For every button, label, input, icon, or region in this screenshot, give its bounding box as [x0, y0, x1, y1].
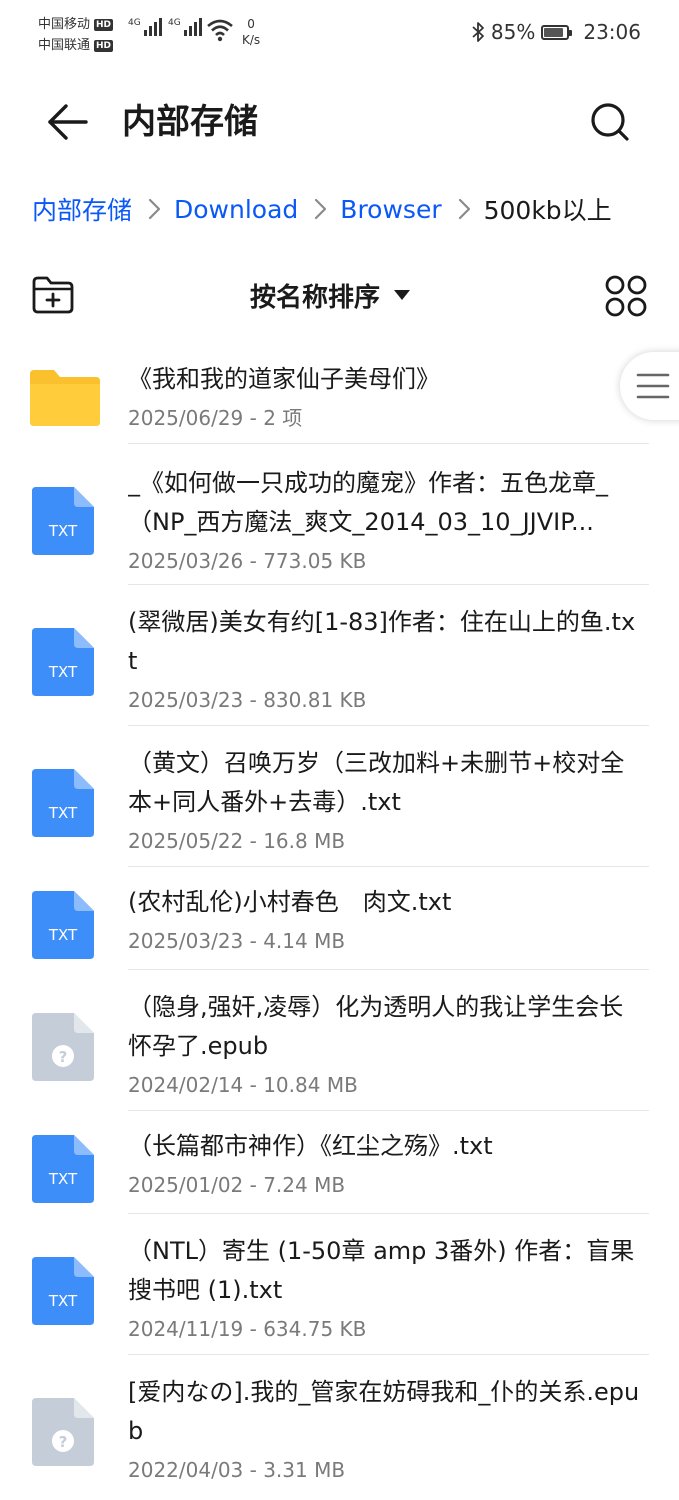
- breadcrumb-item-internal-storage[interactable]: 内部存储: [32, 191, 132, 227]
- file-type-label: ?: [59, 1433, 68, 1451]
- file-type-label: TXT: [48, 804, 78, 822]
- list-item[interactable]: TXT (农村乱伦)小村春色 肉文.txt 2025/03/23 - 4.14 …: [0, 867, 679, 970]
- file-name: （黄文）召唤万岁（三改加料+未删节+校对全本+同人番外+去毒）.txt: [128, 749, 625, 816]
- file-meta: 2025/05/22 - 16.8 MB: [128, 829, 346, 853]
- file-meta: 2022/04/03 - 3.31 MB: [128, 1458, 346, 1482]
- txt-file-icon: TXT: [32, 1135, 94, 1203]
- hd-badge-2: HD: [94, 39, 114, 52]
- arrow-left-icon: [48, 104, 88, 140]
- list-item[interactable]: TXT （黄文）召唤万岁（三改加料+未删节+校对全本+同人番外+去毒）.txt …: [0, 726, 679, 867]
- list-item[interactable]: TXT （长篇都市神作）《红尘之殇》.txt 2025/01/02 - 7.24…: [0, 1111, 679, 1214]
- hd-badge-1: HD: [94, 18, 114, 31]
- breadcrumb-item-current: 500kb以上: [483, 196, 612, 225]
- file-meta: 2025/06/29 - 2 项: [128, 406, 303, 430]
- file-type-label: ?: [59, 1048, 68, 1066]
- file-name: （NTL）寄生 (1-50章 amp 3番外) 作者：盲果 搜书吧 (1).tx…: [128, 1237, 635, 1304]
- file-type-label: TXT: [48, 926, 78, 944]
- chevron-right-icon: [458, 198, 470, 220]
- file-name: [爱内なの].我的_管家在妨碍我和_仆的关系.epub: [128, 1378, 640, 1445]
- carrier-1: 中国移动: [38, 17, 91, 32]
- file-list: 《我和我的道家仙子美母们》 2025/06/29 - 2 项 TXT _《如何做…: [0, 344, 679, 1496]
- list-item[interactable]: ? （隐身,强奸,凌辱）化为透明人的我让学生会长怀孕了.epub 2024/02…: [0, 970, 679, 1111]
- battery-icon: [541, 24, 573, 40]
- list-item[interactable]: ? [爱内なの].我的_管家在妨碍我和_仆的关系.epub 2022/04/03…: [0, 1355, 679, 1496]
- wifi-icon: [207, 19, 233, 42]
- signal-icon-1: 4G: [128, 18, 162, 36]
- title-bar: 内部存储: [0, 80, 679, 164]
- txt-file-icon: TXT: [32, 628, 94, 696]
- sort-label: 按名称排序: [250, 282, 381, 313]
- file-type-label: TXT: [48, 1170, 78, 1188]
- breadcrumb-item-browser[interactable]: Browser: [340, 195, 441, 224]
- side-menu-handle[interactable]: [620, 352, 679, 420]
- file-name: 《我和我的道家仙子美母们》: [128, 365, 440, 393]
- speed-value: 0: [247, 17, 255, 31]
- search-button[interactable]: [584, 96, 636, 148]
- file-type-label: TXT: [48, 522, 78, 540]
- file-meta: 2025/03/23 - 830.81 KB: [128, 688, 367, 712]
- page-title: 内部存储: [122, 102, 258, 142]
- signal-2-label: 4G: [168, 18, 181, 28]
- back-button[interactable]: [40, 98, 96, 148]
- txt-file-icon: TXT: [32, 487, 94, 555]
- network-speed: 0 K/s: [242, 16, 260, 48]
- carrier-info: 中国移动 HD 中国联通 HD: [38, 14, 114, 56]
- txt-file-icon: TXT: [32, 891, 94, 959]
- menu-icon: [636, 373, 670, 399]
- file-meta: 2024/02/14 - 10.84 MB: [128, 1073, 358, 1097]
- list-item[interactable]: TXT (翠微居)美女有约[1-83]作者：住在山上的鱼.txt 2025/03…: [0, 585, 679, 726]
- bluetooth-icon: [472, 22, 484, 42]
- signal-icon-2: 4G: [168, 18, 202, 36]
- file-meta: 2025/01/02 - 7.24 MB: [128, 1173, 346, 1197]
- chevron-right-icon: [315, 198, 327, 220]
- sort-dropdown[interactable]: 按名称排序: [250, 274, 411, 316]
- speed-unit: K/s: [242, 33, 261, 47]
- grid-view-button[interactable]: [604, 274, 648, 318]
- search-icon: [591, 103, 629, 141]
- txt-file-icon: TXT: [32, 1257, 94, 1325]
- new-folder-icon: [32, 276, 74, 314]
- clock: 23:06: [583, 20, 641, 44]
- file-name: (农村乱伦)小村春色 肉文.txt: [128, 888, 452, 916]
- file-meta: 2025/03/23 - 4.14 MB: [128, 929, 346, 953]
- file-name: （长篇都市神作）《红尘之殇》.txt: [128, 1132, 493, 1160]
- list-item[interactable]: 《我和我的道家仙子美母们》 2025/06/29 - 2 项: [0, 344, 679, 444]
- signal-1-label: 4G: [128, 18, 141, 28]
- file-meta: 2025/03/26 - 773.05 KB: [128, 549, 367, 573]
- file-type-label: TXT: [48, 663, 78, 681]
- file-type-label: TXT: [48, 1292, 78, 1310]
- breadcrumb-item-download[interactable]: Download: [174, 195, 298, 224]
- caret-down-icon: [394, 290, 411, 300]
- carrier-2: 中国联通: [38, 38, 91, 53]
- unknown-file-icon: ?: [32, 1398, 94, 1466]
- battery-fill: [544, 27, 563, 37]
- status-right: 85% 23:06: [471, 20, 641, 44]
- txt-file-icon: TXT: [32, 769, 94, 837]
- chevron-right-icon: [148, 198, 161, 220]
- list-item[interactable]: TXT _《如何做一只成功的魔宠》作者：五色龙章_（NP_西方魔法_爽文_201…: [0, 444, 679, 585]
- file-meta: 2024/11/19 - 634.75 KB: [128, 1317, 367, 1341]
- list-item[interactable]: TXT （NTL）寄生 (1-50章 amp 3番外) 作者：盲果 搜书吧 (1…: [0, 1214, 679, 1355]
- new-folder-button[interactable]: [30, 274, 76, 316]
- toolbar: 按名称排序: [0, 262, 679, 328]
- folder-icon: [30, 370, 100, 426]
- file-name: _《如何做一只成功的魔宠》作者：五色龙章_（NP_西方魔法_爽文_2014_03…: [128, 469, 608, 536]
- status-bar: 中国移动 HD 中国联通 HD 4G 4G 0 K/s 85% 23:06: [0, 0, 679, 70]
- file-name: （隐身,强奸,凌辱）化为透明人的我让学生会长怀孕了.epub: [128, 993, 624, 1060]
- unknown-file-icon: ?: [32, 1013, 94, 1081]
- grid-view-icon: [605, 275, 647, 317]
- battery-percent: 85%: [490, 20, 536, 44]
- breadcrumb: 内部存储 Download Browser 500kb以上: [32, 186, 612, 232]
- file-name: (翠微居)美女有约[1-83]作者：住在山上的鱼.txt: [128, 608, 636, 675]
